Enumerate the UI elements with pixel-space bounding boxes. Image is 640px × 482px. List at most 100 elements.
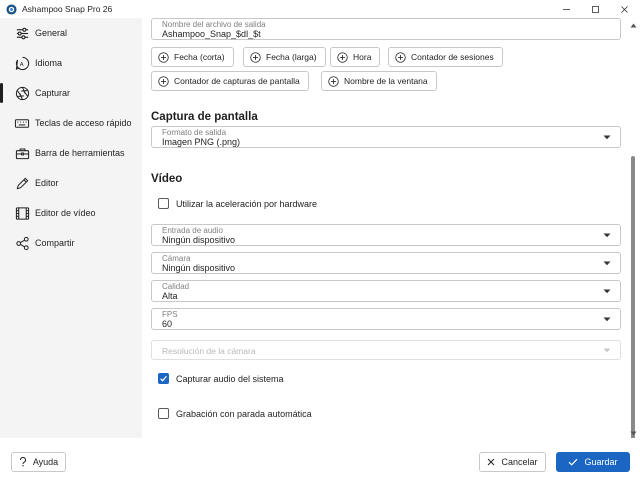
settings-content: Nombre del archivo de salida Ashampoo_Sn… [142,18,640,438]
close-icon [620,5,628,13]
filename-field[interactable]: Nombre del archivo de salida Ashampoo_Sn… [151,18,621,40]
system-audio-label: Capturar audio del sistema [176,373,284,384]
fps-label: FPS [162,310,178,319]
sidebar-item-compartir[interactable]: Compartir [0,228,142,258]
token-label: Nombre de la ventana [344,76,428,86]
hw-accel-label: Utilizar la aceleración por hardware [176,198,318,209]
audio-input-value: Ningún dispositivo [162,235,236,245]
plus-circle-icon [250,51,261,63]
hw-accel-checkbox-row[interactable]: Utilizar la aceleración por hardware [158,198,317,209]
plus-circle-icon [158,75,169,87]
svg-text:A: A [19,61,23,67]
sidebar-item-label: Capturar [35,88,71,98]
sidebar-item-label: Teclas de acceso rápido [35,118,132,128]
cancel-label: Cancelar [501,457,538,467]
ashampoo-snap-icon [6,3,17,15]
sidebar-item-teclas[interactable]: Teclas de acceso rápido [0,108,142,138]
quality-select[interactable]: Calidad Alta [151,280,621,302]
system-audio-checkbox[interactable] [158,373,169,384]
filename-value: Ashampoo_Snap_$dl_$t [162,29,261,39]
sidebar-item-idioma[interactable]: A Idioma [0,48,142,78]
sliders-icon [14,25,30,41]
scrollbar-thumb[interactable] [631,156,635,446]
video-editor-icon [14,205,30,221]
caret-down-icon [603,135,611,140]
fps-select[interactable]: FPS 60 [151,308,621,330]
quality-value: Alta [162,291,178,301]
camera-resolution-label: Resolución de la cámara [162,346,256,356]
save-button[interactable]: Guardar [556,452,630,472]
plus-circle-icon [337,51,348,63]
token-nombre-ventana-button[interactable]: Nombre de la ventana [321,71,437,91]
output-format-label: Formato de salida [162,128,227,137]
sidebar-item-label: Idioma [35,58,63,68]
token-label: Contador de sesiones [411,52,494,62]
token-label: Contador de capturas de pantalla [174,76,300,86]
plus-circle-icon [158,51,169,63]
aperture-icon [14,85,30,101]
sidebar-item-label: General [35,28,68,38]
maximize-button[interactable] [581,0,609,18]
minimize-button[interactable] [552,0,580,18]
auto-stop-checkbox[interactable] [158,408,169,419]
maximize-icon [591,5,599,13]
language-icon: A [14,55,30,71]
fps-value: 60 [162,319,173,329]
token-contador-sesiones-button[interactable]: Contador de sesiones [388,47,503,67]
output-format-select[interactable]: Formato de salida Imagen PNG (.png) [151,126,621,148]
caret-down-icon [603,261,611,266]
video-section-title: Vídeo [151,173,183,185]
cancel-button[interactable]: Cancelar [479,452,546,472]
token-fecha-corta-button[interactable]: Fecha (corta) [151,47,234,67]
sidebar-item-general[interactable]: General [0,18,142,48]
auto-stop-checkbox-row[interactable]: Grabación con parada automática [158,408,312,419]
audio-input-label: Entrada de audio [162,226,223,235]
sidebar-item-barra[interactable]: Barra de herramientas [0,138,142,168]
camera-resolution-select: Resolución de la cámara [151,340,621,360]
camera-value: Ningún dispositivo [162,263,236,273]
caret-down-icon [603,348,611,353]
plus-circle-icon [328,75,339,87]
pencil-icon [14,175,30,191]
sidebar-item-capturar[interactable]: Capturar [0,78,142,108]
token-fecha-larga-button[interactable]: Fecha (larga) [243,47,326,67]
title-bar: Ashampoo Snap Pro 26 [0,0,640,18]
sidebar: General A Idioma Capturar Teclas de acce… [0,18,142,438]
scrollbar[interactable] [628,18,640,446]
sidebar-item-label: Compartir [35,238,75,248]
caret-down-icon [603,233,611,238]
token-label: Fecha (larga) [266,52,317,62]
token-contador-capturas-button[interactable]: Contador de capturas de pantalla [151,71,309,91]
close-icon [487,458,495,466]
camera-label: Cámara [162,254,191,263]
checkmark-icon [160,375,167,382]
hw-accel-checkbox[interactable] [158,198,169,209]
question-mark-icon [19,457,27,467]
help-label: Ayuda [32,457,59,467]
footer: Ayuda Cancelar Guardar [0,438,640,482]
scroll-up-icon[interactable] [630,23,637,28]
sidebar-item-label: Editor de vídeo [35,208,96,218]
camera-select[interactable]: Cámara Ningún dispositivo [151,252,621,274]
help-button[interactable]: Ayuda [11,452,66,472]
plus-circle-icon [395,51,406,63]
share-icon [14,235,30,251]
sidebar-item-label: Barra de herramientas [35,148,125,158]
caret-down-icon [603,289,611,294]
filename-label: Nombre del archivo de salida [162,20,266,29]
sidebar-item-editor-video[interactable]: Editor de vídeo [0,198,142,228]
screenshot-section-title: Captura de pantalla [151,111,258,123]
sidebar-item-editor[interactable]: Editor [0,168,142,198]
toolbox-icon [14,145,30,161]
system-audio-checkbox-row[interactable]: Capturar audio del sistema [158,373,284,384]
scroll-down-icon[interactable] [630,431,637,436]
output-format-value: Imagen PNG (.png) [162,137,241,147]
audio-input-select[interactable]: Entrada de audio Ningún dispositivo [151,224,621,246]
checkmark-icon [568,458,578,466]
token-hora-button[interactable]: Hora [330,47,381,67]
token-label: Hora [353,52,372,62]
keyboard-icon [14,115,30,131]
auto-stop-label: Grabación con parada automática [176,408,312,419]
close-button[interactable] [610,0,638,18]
window-title: Ashampoo Snap Pro 26 [22,4,113,14]
